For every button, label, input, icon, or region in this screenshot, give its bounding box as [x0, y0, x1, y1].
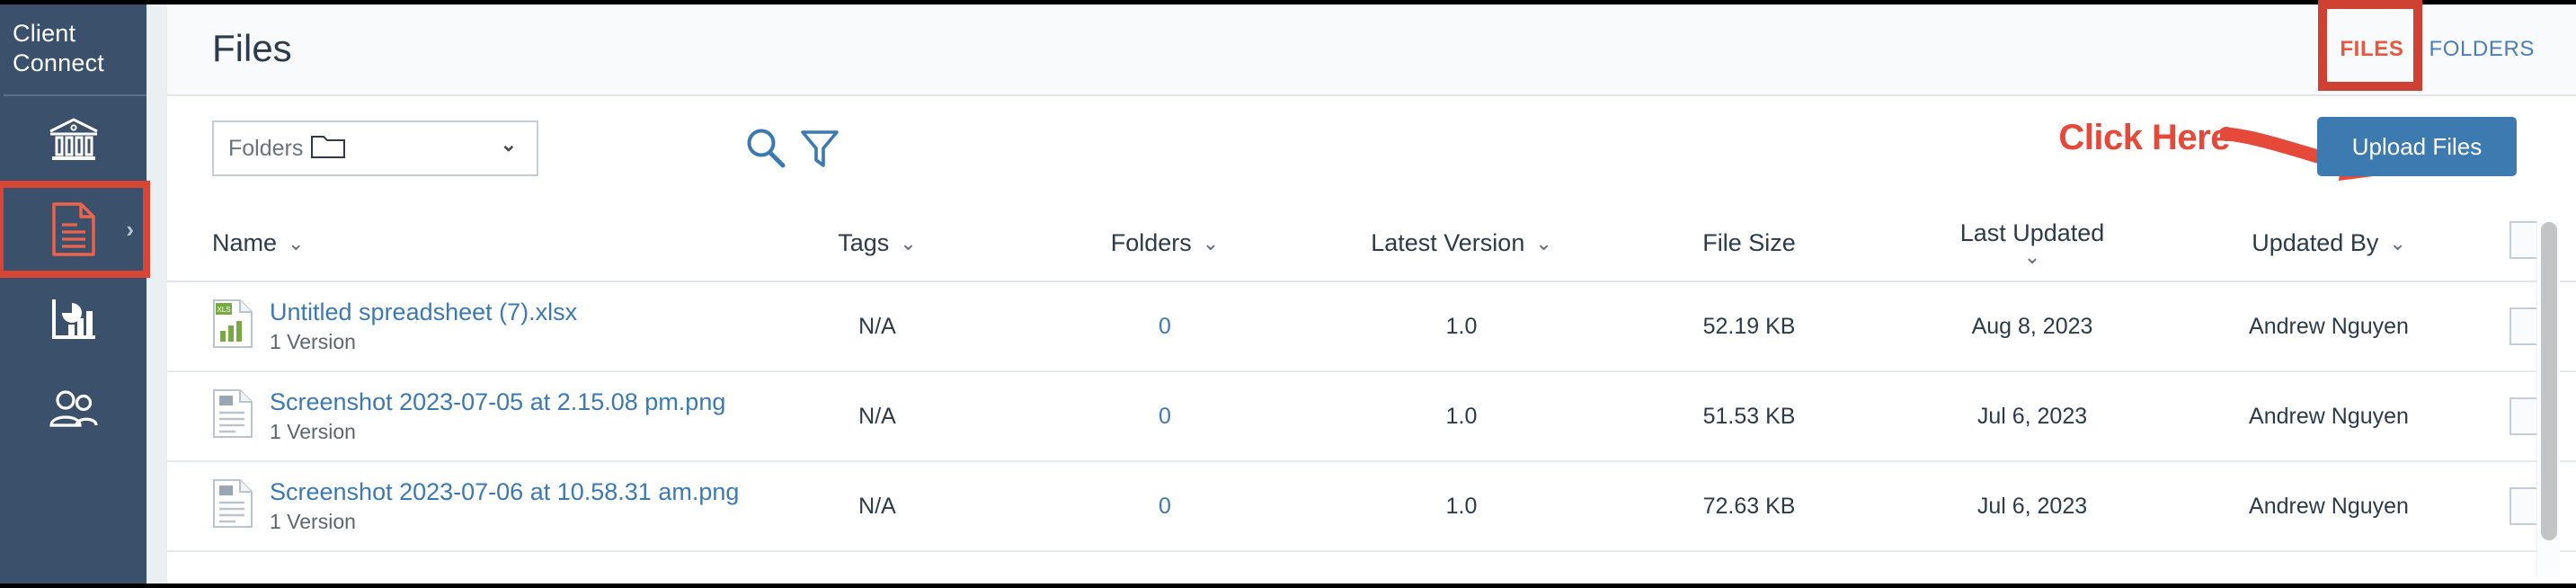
chevron-down-icon[interactable]: ⌄	[288, 232, 304, 255]
cell-last-updated: Aug 8, 2023	[1884, 281, 2181, 372]
cell-name: Screenshot 2023-07-05 at 2.15.08 pm.png …	[167, 371, 733, 462]
cell-updated-by: Andrew Nguyen	[2181, 371, 2477, 462]
folders-filter-select[interactable]: Folders ⌄	[212, 120, 538, 176]
sidebar-item-institution[interactable]	[0, 94, 147, 184]
table-scrollbar[interactable]	[2536, 220, 2560, 576]
chevron-down-icon[interactable]: ⌄	[501, 133, 517, 156]
cell-select	[2477, 281, 2576, 372]
xls-file-icon: XLS	[212, 298, 253, 355]
files-table-container: Name ⌄ Tags ⌄ Folders ⌄ Latest Version ⌄…	[167, 206, 2576, 584]
bank-icon	[47, 116, 101, 163]
file-name-link[interactable]: Untitled spreadsheet (7).xlsx	[270, 298, 577, 326]
sidebar-item-reports[interactable]	[0, 274, 147, 364]
column-header-tags[interactable]: Tags ⌄	[733, 206, 1021, 282]
chevron-down-icon[interactable]: ⌄	[2024, 246, 2040, 267]
cell-latest-version: 1.0	[1309, 371, 1614, 462]
file-version-count: 1 Version	[270, 420, 356, 443]
main-panel: Files FILES FOLDERS Folders ⌄ Click Here…	[167, 4, 2576, 584]
sidebar-item-files[interactable]: ›	[0, 181, 150, 278]
app-root: Client Connect › Files FILES FOLDERS Fol…	[0, 0, 2576, 588]
cell-last-updated: Jul 6, 2023	[1884, 371, 2181, 462]
folders-count-link[interactable]: 0	[1159, 314, 1171, 339]
column-label-latest-version: Latest Version	[1371, 229, 1525, 256]
column-header-file-size[interactable]: File Size	[1614, 206, 1884, 282]
filter-icon[interactable]	[796, 125, 843, 176]
tab-folders[interactable]: FOLDERS	[2429, 37, 2535, 62]
column-header-select-all[interactable]	[2477, 206, 2576, 282]
cell-file-size: 52.19 KB	[1614, 281, 1884, 372]
files-table-body: XLS Untitled spreadsheet (7).xlsx 1 Vers…	[167, 281, 2576, 552]
chart-icon	[49, 296, 99, 343]
cell-name: Screenshot 2023-07-06 at 10.58.31 am.png…	[167, 461, 739, 552]
cell-file-size: 72.63 KB	[1614, 461, 1884, 552]
folder-icon	[310, 133, 346, 165]
generic-file-icon	[212, 388, 253, 445]
cell-folders: 0	[1021, 371, 1309, 462]
column-header-name[interactable]: Name ⌄	[167, 206, 733, 282]
cell-tags: N/A	[733, 371, 1021, 462]
chevron-down-icon[interactable]: ⌄	[900, 232, 916, 255]
sidebar: Client Connect ›	[0, 4, 150, 584]
column-label-last-updated: Last Updated	[1959, 219, 2105, 247]
document-icon	[50, 201, 97, 257]
tab-bar: FILES FOLDERS	[2340, 37, 2535, 62]
table-header-row: Name ⌄ Tags ⌄ Folders ⌄ Latest Version ⌄…	[167, 206, 2576, 282]
click-here-annotation: Click Here	[2058, 118, 2230, 157]
table-row[interactable]: Screenshot 2023-07-05 at 2.15.08 pm.png …	[167, 371, 2576, 462]
cell-name: XLS Untitled spreadsheet (7).xlsx 1 Vers…	[167, 281, 733, 372]
file-name-link[interactable]: Screenshot 2023-07-06 at 10.58.31 am.png	[270, 478, 739, 506]
cell-latest-version: 1.0	[1309, 461, 1614, 552]
people-icon	[49, 390, 99, 428]
cell-select	[2477, 461, 2576, 552]
folders-count-link[interactable]: 0	[1159, 404, 1171, 429]
chevron-down-icon[interactable]: ⌄	[1535, 232, 1551, 255]
page-header: Files FILES FOLDERS	[167, 4, 2576, 96]
search-icon[interactable]	[742, 125, 789, 176]
table-row[interactable]: Screenshot 2023-07-06 at 10.58.31 am.png…	[167, 461, 2576, 552]
generic-file-icon	[212, 478, 253, 535]
cell-last-updated: Jul 6, 2023	[1884, 461, 2181, 552]
sidebar-item-contacts[interactable]	[0, 364, 147, 454]
file-version-count: 1 Version	[270, 510, 356, 533]
column-label-updated-by: Updated By	[2252, 229, 2379, 256]
column-header-updated-by[interactable]: Updated By ⌄	[2181, 206, 2477, 282]
cell-folders: 0	[1021, 281, 1309, 372]
upload-files-button[interactable]: Upload Files	[2317, 117, 2517, 176]
svg-text:XLS: XLS	[217, 306, 230, 314]
cell-folders: 0	[1021, 461, 1309, 552]
cell-tags: N/A	[733, 281, 1021, 372]
files-table: Name ⌄ Tags ⌄ Folders ⌄ Latest Version ⌄…	[167, 206, 2576, 552]
column-header-last-updated[interactable]: Last Updated ⌄	[1884, 206, 2181, 282]
column-label-file-size: File Size	[1702, 229, 1796, 256]
cell-updated-by: Andrew Nguyen	[2181, 461, 2477, 552]
tab-files[interactable]: FILES	[2340, 37, 2403, 62]
brand-title: Client Connect	[13, 20, 104, 76]
cell-file-size: 51.53 KB	[1614, 371, 1884, 462]
file-version-count: 1 Version	[270, 330, 356, 353]
toolbar: Folders ⌄ Click Here Upload Files	[167, 96, 2576, 206]
page-title: Files	[212, 27, 292, 69]
folders-count-link[interactable]: 0	[1159, 494, 1171, 519]
cell-select	[2477, 371, 2576, 462]
column-header-folders[interactable]: Folders ⌄	[1021, 206, 1309, 282]
files-table-head: Name ⌄ Tags ⌄ Folders ⌄ Latest Version ⌄…	[167, 206, 2576, 282]
chevron-down-icon[interactable]: ⌄	[1203, 232, 1219, 255]
table-scrollbar-thumb[interactable]	[2541, 222, 2557, 540]
column-label-name: Name	[212, 229, 278, 256]
chevron-right-icon[interactable]: ›	[126, 218, 134, 241]
cell-tags: N/A	[733, 461, 1021, 552]
column-label-folders: Folders	[1110, 229, 1192, 256]
table-row[interactable]: XLS Untitled spreadsheet (7).xlsx 1 Vers…	[167, 281, 2576, 372]
folders-filter-label: Folders	[228, 135, 304, 161]
column-header-latest-version[interactable]: Latest Version ⌄	[1309, 206, 1614, 282]
chevron-down-icon[interactable]: ⌄	[2389, 232, 2405, 255]
file-name-link[interactable]: Screenshot 2023-07-05 at 2.15.08 pm.png	[270, 388, 725, 416]
cell-latest-version: 1.0	[1309, 281, 1614, 372]
column-label-tags: Tags	[838, 229, 890, 256]
cell-updated-by: Andrew Nguyen	[2181, 281, 2477, 372]
